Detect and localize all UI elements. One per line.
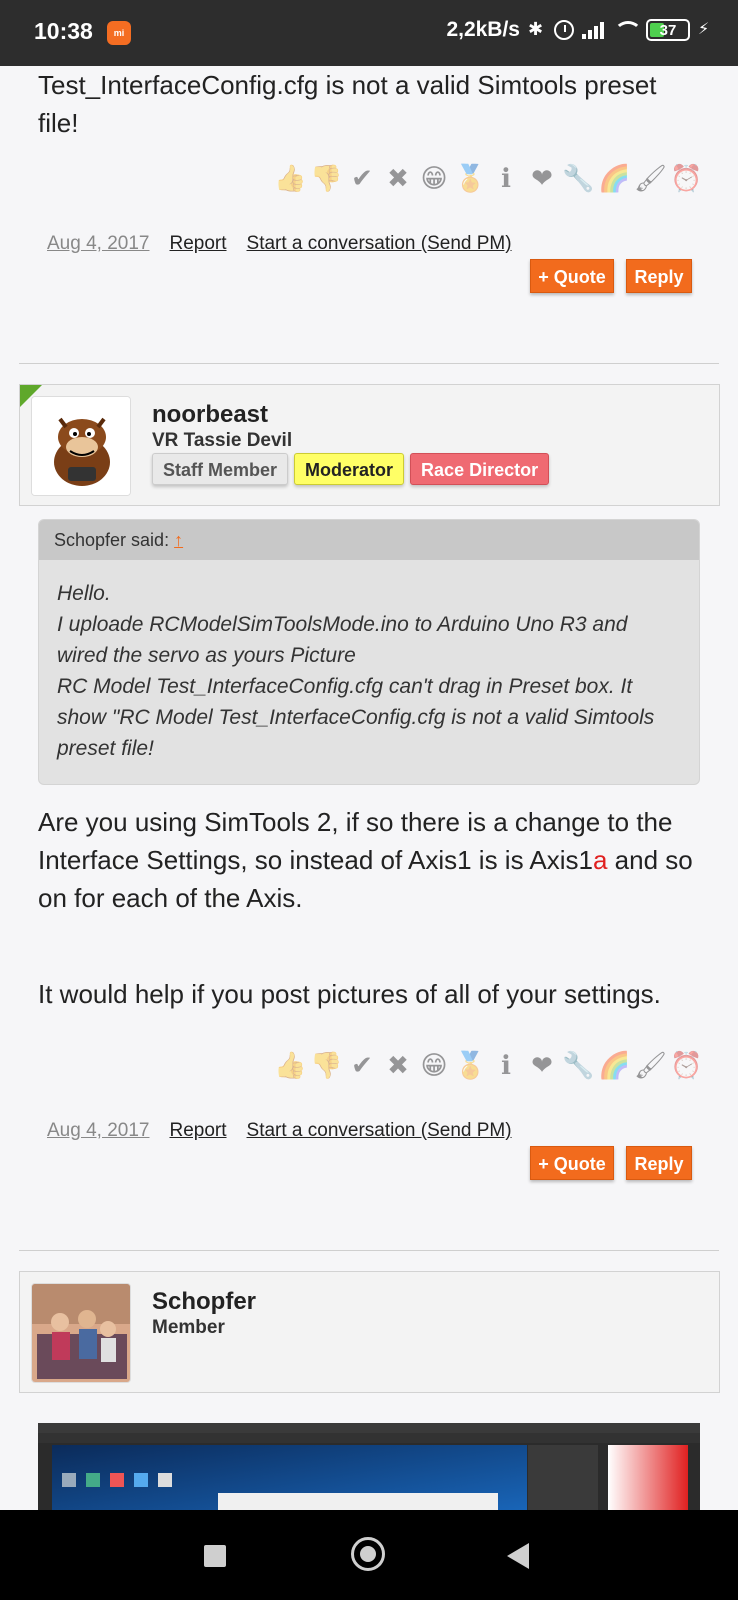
photoshop-screenshot [38, 1423, 700, 1510]
moderator-badge: Moderator [294, 453, 405, 485]
useful-icon[interactable]: 🔧 [562, 1049, 594, 1081]
alarm-icon [554, 20, 574, 40]
wifi-icon [612, 19, 642, 41]
charging-icon [696, 19, 718, 41]
recent-apps-icon[interactable] [204, 1545, 226, 1567]
quote-line: I uploade RCModelSimToolsMode.ino to Ard… [57, 613, 628, 636]
quote-line: RC Model Test_InterfaceConfig.cfg can't … [57, 675, 633, 698]
creative-icon[interactable]: 🖌 [634, 1049, 667, 1081]
like-icon[interactable]: 👍 [274, 1049, 306, 1081]
mi-app-icon: mi [107, 21, 131, 45]
creative-icon[interactable]: 🖌 [634, 162, 667, 194]
useful-icon[interactable]: 🔧 [562, 162, 594, 194]
battery-icon: 37 [646, 19, 690, 41]
thread-content[interactable]: Test_InterfaceConfig.cfg is not a valid … [0, 66, 738, 1510]
user-title: VR Tassie Devil [152, 430, 293, 451]
message-text: Are you using SimTools 2, if so there is… [38, 807, 673, 875]
family-photo-avatar [32, 1284, 130, 1382]
reaction-bar: 👍 👎 ✔ ✖ 😁 🏅 ℹ ❤ 🔧 🌈 🖌 ⏰ [274, 162, 702, 194]
user-badges: Staff Member Moderator Race Director [152, 453, 550, 485]
late-icon[interactable]: ⏰ [670, 162, 702, 194]
reply-button[interactable]: Reply [626, 259, 692, 293]
disagree-icon[interactable]: ✖ [382, 162, 414, 194]
battery-level: 37 [659, 21, 677, 39]
quote-line: preset file! [57, 737, 154, 760]
report-link[interactable]: Report [169, 233, 226, 255]
reaction-bar: 👍 👎 ✔ ✖ 😁 🏅 ℹ ❤ 🔧 🌈 🖌 ⏰ [274, 1049, 702, 1081]
winner-icon[interactable]: 🏅 [454, 162, 486, 194]
post-attachment-image[interactable] [38, 1423, 700, 1510]
post-divider [19, 1250, 719, 1251]
funny-icon[interactable]: 😁 [418, 1049, 450, 1081]
informative-icon[interactable]: ℹ [490, 162, 522, 194]
disagree-icon[interactable]: ✖ [382, 1049, 414, 1081]
race-director-badge: Race Director [410, 453, 550, 485]
conversation-link[interactable]: Start a conversation (Send PM) [247, 233, 512, 255]
post-message-paragraph: It would help if you post pictures of al… [38, 979, 661, 1009]
quote-button[interactable]: + Quote [530, 1146, 614, 1180]
quote-jump-link[interactable]: ↑ [174, 530, 183, 550]
like-icon[interactable]: 👍 [274, 162, 306, 194]
status-time: 10:38 [34, 18, 93, 44]
agree-icon[interactable]: ✔ [346, 1049, 378, 1081]
agree-icon[interactable]: ✔ [346, 162, 378, 194]
quote-line: Hello. [57, 582, 111, 605]
home-icon[interactable] [351, 1537, 385, 1571]
avatar[interactable] [31, 396, 131, 496]
quote-author: Schopfer said: [54, 530, 170, 550]
avatar[interactable] [31, 1283, 131, 1383]
rainbow-icon[interactable]: 🌈 [598, 1049, 630, 1081]
dislike-icon[interactable]: 👎 [310, 162, 342, 194]
quote-line: show "RC Model Test_InterfaceConfig.cfg … [57, 706, 655, 729]
quote-text: Hello. I uploade RCModelSimToolsMode.ino… [39, 560, 699, 764]
highlighted-text: a [592, 845, 608, 875]
user-info-box: Schopfer Member [19, 1271, 720, 1393]
quote-header: Schopfer said: ↑ [39, 520, 699, 560]
informative-icon[interactable]: ℹ [490, 1049, 522, 1081]
winner-icon[interactable]: 🏅 [454, 1049, 486, 1081]
user-title: Member [152, 1317, 225, 1338]
username[interactable]: Schopfer [152, 1288, 256, 1316]
bluetooth-icon [526, 19, 548, 41]
late-icon[interactable]: ⏰ [670, 1049, 702, 1081]
post-message: Are you using SimTools 2, if so there is… [38, 803, 698, 917]
net-speed: 2,2kB/s [446, 18, 520, 41]
signal-icon [580, 19, 606, 41]
user-info-box: noorbeast VR Tassie Devil Staff Member M… [19, 384, 720, 506]
system-navigation-bar [0, 1510, 738, 1600]
post-date-link[interactable]: Aug 4, 2017 [47, 233, 149, 255]
reply-button[interactable]: Reply [626, 1146, 692, 1180]
back-icon[interactable] [507, 1543, 529, 1569]
post-divider [19, 363, 719, 364]
conversation-link[interactable]: Start a conversation (Send PM) [247, 1120, 512, 1142]
post-message: Test_InterfaceConfig.cfg is not a valid … [38, 70, 657, 138]
staff-member-badge: Staff Member [152, 453, 289, 485]
post-meta: Aug 4, 2017 Report Start a conversation … [47, 233, 512, 255]
report-link[interactable]: Report [169, 1120, 226, 1142]
rainbow-icon[interactable]: 🌈 [598, 162, 630, 194]
love-icon[interactable]: ❤ [526, 162, 558, 194]
username[interactable]: noorbeast [152, 401, 268, 429]
taz-avatar-image [32, 397, 130, 495]
dislike-icon[interactable]: 👎 [310, 1049, 342, 1081]
post-date-link[interactable]: Aug 4, 2017 [47, 1120, 149, 1142]
funny-icon[interactable]: 😁 [418, 162, 450, 194]
quote-block: Schopfer said: ↑ Hello. I uploade RCMode… [38, 519, 700, 785]
love-icon[interactable]: ❤ [526, 1049, 558, 1081]
status-icons: 2,2kB/s 37 [446, 18, 718, 42]
quote-line: wired the servo as yours Picture [57, 644, 356, 667]
post-meta: Aug 4, 2017 Report Start a conversation … [47, 1120, 512, 1142]
status-bar: 10:38 mi 2,2kB/s 37 [0, 0, 738, 66]
quote-button[interactable]: + Quote [530, 259, 614, 293]
